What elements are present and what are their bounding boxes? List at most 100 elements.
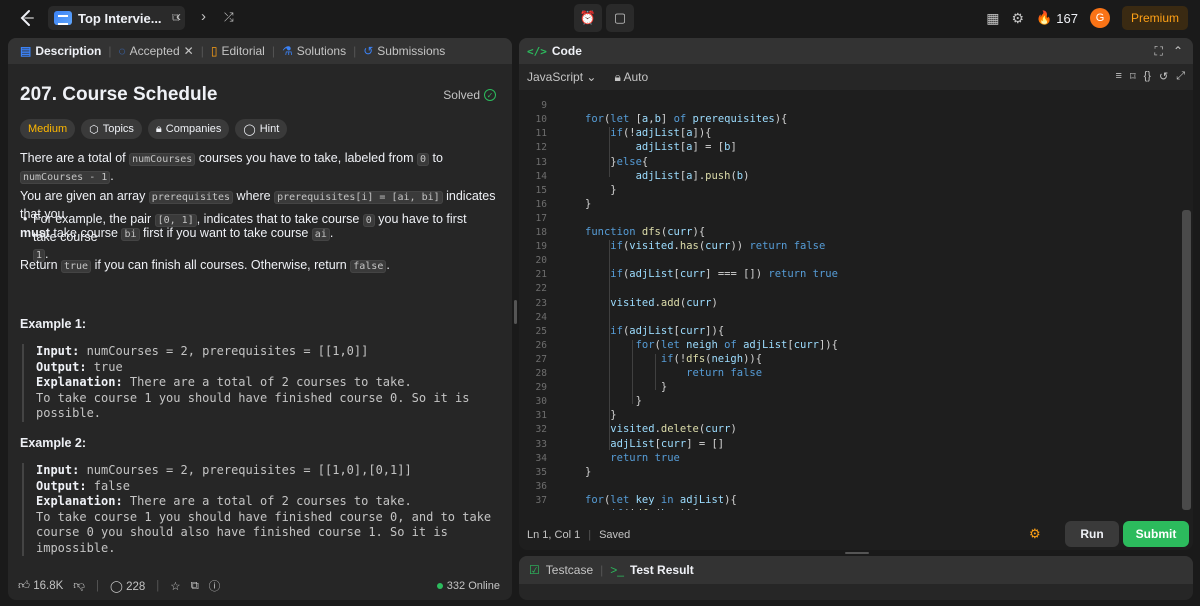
line-number: 11 bbox=[535, 128, 547, 140]
tab-code[interactable]: Code bbox=[552, 44, 582, 58]
code-line: adjList[a] = [b] bbox=[635, 141, 737, 154]
problem-tabs: ▤ Description | ◌ Accepted ✕ | ▯ Editori… bbox=[8, 38, 512, 64]
comments-button[interactable]: ◯ 228 bbox=[110, 579, 145, 593]
run-button[interactable]: Run bbox=[1065, 521, 1119, 547]
code-line: } bbox=[585, 183, 617, 196]
test-panel: ☑ Testcase | >_ Test Result bbox=[519, 556, 1193, 600]
timer-button[interactable]: ⏰ bbox=[574, 4, 602, 32]
mode-label: Auto bbox=[623, 69, 649, 84]
topics-label: Topics bbox=[102, 123, 134, 135]
layout-grid-icon[interactable]: ▦ bbox=[986, 10, 999, 27]
notes-button[interactable]: ▢ bbox=[606, 4, 634, 32]
next-problem-icon[interactable]: › bbox=[201, 8, 206, 25]
terminal-icon: >_ bbox=[610, 563, 624, 577]
lock-icon: 🔒︎ bbox=[155, 122, 162, 135]
dislike-button[interactable]: 👎︎ bbox=[73, 579, 85, 593]
code-line: if(!dfs(key)){ bbox=[585, 508, 699, 510]
comment-count: 228 bbox=[126, 581, 146, 593]
settings-gear-icon[interactable]: ⚙ bbox=[1012, 10, 1025, 27]
inline-code: numCourses bbox=[129, 153, 196, 166]
checkbox-icon: ☑ bbox=[529, 563, 540, 577]
companies-label: Companies bbox=[165, 123, 222, 135]
streak-count: 167 bbox=[1056, 10, 1078, 26]
auto-mode[interactable]: 🔒︎ Auto bbox=[614, 70, 648, 85]
tab-editorial[interactable]: ▯ Editorial bbox=[205, 38, 271, 64]
code-line: } bbox=[585, 409, 617, 422]
editor-scrollbar[interactable] bbox=[1182, 210, 1191, 510]
streak-counter[interactable]: 🔥 167 bbox=[1036, 10, 1078, 26]
tab-accepted[interactable]: ◌ Accepted ✕ bbox=[112, 38, 199, 64]
return-statement: Return true if you can finish all course… bbox=[20, 258, 390, 273]
star-icon[interactable]: ☆ bbox=[170, 579, 180, 593]
inline-code: prerequisites[i] = [ai, bi] bbox=[274, 191, 443, 204]
line-number: 19 bbox=[535, 241, 547, 253]
tab-test-result[interactable]: Test Result bbox=[630, 563, 694, 577]
language-select[interactable]: JavaScript ⌄ bbox=[527, 70, 596, 84]
bookmark-icon[interactable]: ⌑ bbox=[1130, 70, 1136, 83]
code-line: for(let neigh of adjList[curr]){ bbox=[635, 338, 838, 351]
debug-assistant-icon[interactable]: ⚙ bbox=[1029, 526, 1045, 542]
premium-button[interactable]: Premium bbox=[1121, 6, 1188, 30]
format-icon[interactable]: ≡ bbox=[1116, 70, 1122, 83]
hint-tag[interactable]: ◯ Hint bbox=[235, 119, 288, 139]
solved-status: Solved ✓ bbox=[443, 88, 496, 102]
code-icon: </> bbox=[527, 44, 547, 58]
line-number: 10 bbox=[535, 114, 547, 126]
close-tab-icon[interactable]: ✕ bbox=[184, 44, 194, 58]
tab-testcase[interactable]: Testcase bbox=[546, 563, 593, 577]
prev-problem-icon[interactable]: ‹ bbox=[176, 8, 181, 25]
panel-resize-handle-horizontal[interactable] bbox=[845, 552, 869, 554]
shuffle-icon[interactable]: ⤮ bbox=[224, 10, 234, 25]
line-number: 23 bbox=[535, 297, 547, 309]
fire-icon: 🔥 bbox=[1036, 10, 1053, 25]
tab-description[interactable]: ▤ Description bbox=[14, 38, 107, 64]
code-panel-controls: ⛶ ⌃ bbox=[1155, 44, 1183, 59]
inline-code: prerequisites bbox=[148, 191, 234, 204]
line-number: 16 bbox=[535, 198, 547, 210]
problem-list-button[interactable]: Top Intervie... ⧉ bbox=[48, 6, 186, 30]
submit-button[interactable]: Submit bbox=[1123, 521, 1189, 547]
panel-resize-handle[interactable] bbox=[514, 300, 517, 324]
line-number: 21 bbox=[535, 269, 547, 281]
problem-title[interactable]: 207. Course Schedule bbox=[20, 84, 217, 106]
maximize-icon[interactable]: ⛶ bbox=[1155, 44, 1163, 59]
code-tab-bar: </> Code bbox=[519, 38, 1193, 64]
chevron-down-icon: ⌄ bbox=[586, 70, 597, 84]
tab-editorial-label: Editorial bbox=[221, 44, 265, 58]
tab-solutions[interactable]: ⚗ Solutions bbox=[276, 38, 352, 64]
difficulty-badge: Medium bbox=[20, 119, 76, 139]
note-icon: ▢ bbox=[613, 10, 627, 25]
expand-icon[interactable]: ⤢ bbox=[1176, 70, 1185, 83]
share-icon[interactable]: ⧉ bbox=[191, 580, 199, 593]
thumbs-up-icon: 👍︎ bbox=[18, 580, 31, 592]
tag-icon: ⬡ bbox=[89, 123, 99, 136]
code-editor[interactable]: 9 10 11 12 13 14 15 16 17 18 19 20 21 22 23 24 25 26 27 28 2… bbox=[519, 90, 1193, 510]
line-number: 35 bbox=[535, 466, 547, 478]
code-panel: </> Code ⛶ ⌃ JavaScript ⌄ 🔒︎ Auto ≡ ⌑ {}… bbox=[519, 38, 1193, 550]
tab-submissions[interactable]: ↺ Submissions bbox=[357, 38, 451, 64]
avatar[interactable]: G bbox=[1089, 8, 1110, 28]
code-line: visited.add(curr) bbox=[610, 296, 718, 309]
help-icon[interactable]: ⓘ bbox=[209, 578, 221, 594]
thumbs-down-icon: 👎︎ bbox=[73, 580, 85, 592]
alarm-clock-icon: ⏰ bbox=[579, 10, 597, 25]
companies-tag[interactable]: 🔒︎ Companies bbox=[147, 119, 230, 139]
tab-accepted-label: Accepted bbox=[129, 44, 180, 58]
line-number: 18 bbox=[535, 227, 547, 238]
code-line: function dfs(curr){ bbox=[585, 226, 706, 238]
save-status: Saved bbox=[599, 529, 631, 541]
solved-label: Solved bbox=[443, 88, 480, 102]
leetcode-logo-icon[interactable] bbox=[18, 9, 36, 27]
inline-code: 0 bbox=[416, 153, 429, 166]
cursor-position: Ln 1, Col 1 bbox=[527, 529, 581, 541]
line-number: 25 bbox=[535, 325, 547, 337]
inline-code: numCourses - 1 bbox=[20, 171, 111, 184]
document-icon: ▤ bbox=[20, 44, 32, 58]
line-number: 36 bbox=[535, 480, 547, 492]
like-button[interactable]: 👍︎ 16.8K bbox=[18, 579, 63, 593]
chevron-up-icon[interactable]: ⌃ bbox=[1173, 44, 1183, 59]
reset-icon[interactable]: ↺ bbox=[1159, 70, 1168, 83]
braces-icon[interactable]: {} bbox=[1144, 70, 1151, 83]
topics-tag[interactable]: ⬡ Topics bbox=[81, 119, 142, 139]
language-label: JavaScript bbox=[527, 70, 584, 84]
